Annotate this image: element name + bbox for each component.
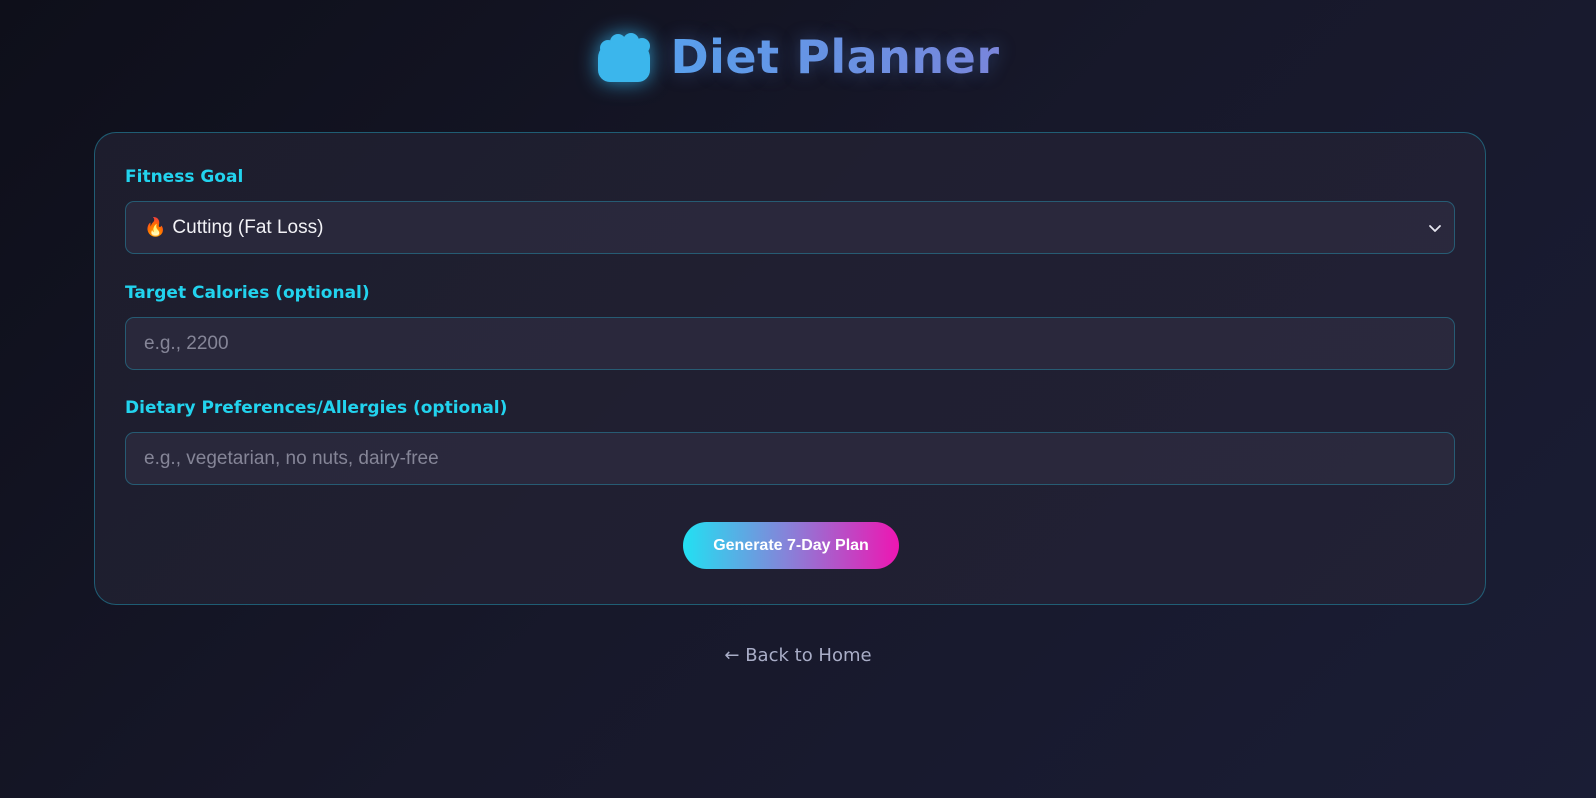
target-calories-placeholder: e.g., 2200 [144,332,229,354]
food-icon [596,30,652,84]
fire-icon: 🔥 [144,217,167,237]
fitness-goal-selected: 🔥 Cutting (Fat Loss) [144,217,323,239]
dietary-preferences-placeholder: e.g., vegetarian, no nuts, dairy-free [144,447,439,469]
chevron-down-icon [1429,224,1441,232]
back-to-home-link[interactable]: ← Back to Home [0,645,1596,666]
dietary-preferences-input[interactable]: e.g., vegetarian, no nuts, dairy-free [125,432,1455,485]
page-title: Diet Planner [670,30,1000,84]
fitness-goal-label: Fitness Goal [125,167,244,187]
target-calories-input[interactable]: e.g., 2200 [125,317,1455,370]
target-calories-label: Target Calories (optional) [125,283,370,303]
page-header: Diet Planner [0,30,1596,84]
fitness-goal-select[interactable]: 🔥 Cutting (Fat Loss) [125,201,1455,254]
diet-form-card: Fitness Goal 🔥 Cutting (Fat Loss) Target… [94,132,1486,605]
generate-plan-button[interactable]: Generate 7-Day Plan [683,522,899,569]
dietary-preferences-label: Dietary Preferences/Allergies (optional) [125,398,508,418]
fitness-goal-selected-text: Cutting (Fat Loss) [172,216,324,238]
